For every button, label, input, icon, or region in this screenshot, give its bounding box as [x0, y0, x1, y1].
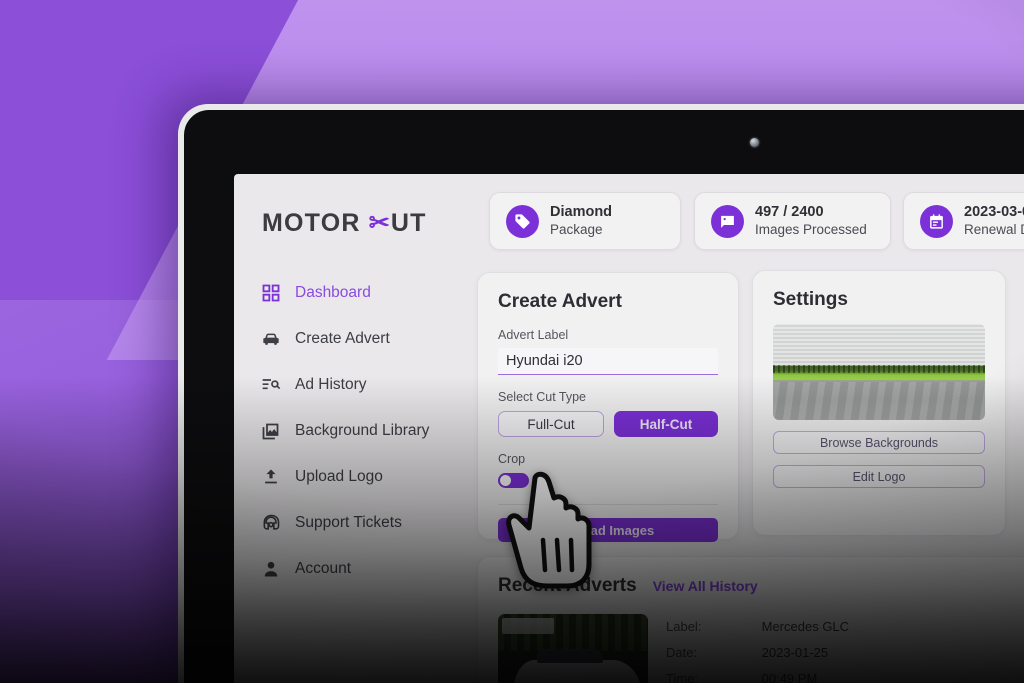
sidebar-item-label: Account	[295, 560, 352, 577]
advert-time-value: 00:49 PM	[761, 671, 818, 683]
app-header: MOTOR ✂UT Diamond Package 497 / 2400 Ima…	[234, 174, 1024, 270]
car-icon	[260, 329, 281, 350]
sidebar-item-label: Ad History	[295, 376, 367, 393]
advert-label-value: Mercedes GLC	[761, 619, 850, 634]
sidebar-item-account[interactable]: Account	[250, 554, 455, 584]
stat-card-renewal-date[interactable]: 2023-03-04 Renewal Date	[903, 192, 1024, 250]
stat-label: Images Processed	[755, 221, 867, 237]
cut-type-label: Select Cut Type	[498, 390, 587, 404]
cut-type-group: Full-Cut Half-Cut	[498, 411, 718, 437]
advert-date-key: Date:	[666, 645, 698, 660]
advert-time-key: Time:	[666, 671, 699, 683]
sidebar-item-label: Create Advert	[295, 330, 390, 347]
headset-icon	[260, 513, 281, 534]
preview-grass	[773, 365, 985, 373]
advert-date-row: Date: 2023-01-25	[666, 640, 849, 666]
advert-label-input[interactable]	[498, 348, 718, 375]
recent-adverts-card: Recent Adverts View All History Label: M…	[477, 556, 1024, 683]
stat-card-renewal-text: 2023-03-04 Renewal Date	[964, 204, 1024, 238]
sidebar-item-background-library[interactable]: Background Library	[250, 416, 455, 446]
laptop-device: MOTOR ✂UT Diamond Package 497 / 2400 Ima…	[178, 104, 1024, 683]
car-advert-thumbnail[interactable]	[498, 614, 648, 683]
browse-backgrounds-button[interactable]: Browse Backgrounds	[773, 431, 985, 454]
table-row[interactable]: Label: Mercedes GLC Date: 2023-01-25 Tim…	[498, 614, 1016, 683]
background-preview-image[interactable]	[773, 324, 985, 420]
crop-toggle-knob	[500, 475, 511, 486]
crop-label: Crop	[498, 452, 526, 466]
upload-icon	[260, 467, 281, 488]
brand-logo: MOTOR ✂UT	[262, 208, 427, 238]
stat-value: 497 / 2400	[755, 203, 824, 220]
preview-road	[773, 381, 985, 420]
laptop-bezel: MOTOR ✂UT Diamond Package 497 / 2400 Ima…	[184, 110, 1024, 683]
sidebar-item-label: Support Tickets	[295, 514, 402, 531]
brand-logo-text-2: UT	[390, 209, 427, 237]
advert-label-label: Advert Label	[498, 328, 569, 342]
thumbnail-car-window	[537, 649, 603, 664]
stat-label: Renewal Date	[964, 221, 1024, 237]
calendar-icon	[920, 204, 953, 238]
tag-icon	[506, 204, 539, 238]
stat-value: Diamond	[550, 203, 613, 220]
create-advert-divider	[498, 504, 718, 505]
sidebar-item-label: Background Library	[295, 422, 430, 439]
sidebar-nav: Dashboard Create Advert Ad History Backg…	[250, 278, 455, 600]
full-cut-button[interactable]: Full-Cut	[498, 411, 604, 437]
thumbnail-watermark	[502, 618, 554, 634]
grid-icon	[260, 283, 281, 304]
app-screen: MOTOR ✂UT Diamond Package 497 / 2400 Ima…	[234, 174, 1024, 683]
scissors-icon: ✂	[368, 209, 391, 237]
stat-label: Package	[550, 221, 603, 237]
sidebar-item-upload-logo[interactable]: Upload Logo	[250, 462, 455, 492]
settings-card: Settings Browse Backgrounds Edit Logo	[752, 270, 1006, 536]
advert-label-row: Label: Mercedes GLC	[666, 614, 849, 640]
view-all-history-link[interactable]: View All History	[653, 578, 758, 594]
person-icon	[260, 559, 281, 580]
create-advert-card: Create Advert Advert Label Select Cut Ty…	[477, 272, 739, 542]
create-advert-title: Create Advert	[498, 291, 622, 312]
advert-time-row: Time: 00:49 PM	[666, 666, 849, 683]
upload-images-button[interactable]: Upload Images	[498, 518, 718, 542]
advert-label-key: Label:	[666, 619, 702, 634]
stat-value: 2023-03-04	[964, 203, 1024, 220]
recent-adverts-title: Recent Adverts	[498, 575, 637, 596]
sidebar-item-support-tickets[interactable]: Support Tickets	[250, 508, 455, 538]
sidebar-item-dashboard[interactable]: Dashboard	[250, 278, 455, 308]
image-icon	[711, 204, 744, 238]
images-icon	[262, 423, 279, 439]
thumbnail-car-body	[513, 659, 642, 683]
sidebar-item-create-advert[interactable]: Create Advert	[250, 324, 455, 354]
list-search-icon	[260, 375, 281, 396]
webcam-dot	[750, 138, 759, 147]
advert-details: Label: Mercedes GLC Date: 2023-01-25 Tim…	[666, 614, 849, 683]
crop-toggle[interactable]	[498, 473, 529, 488]
advert-date-value: 2023-01-25	[761, 645, 829, 660]
half-cut-button[interactable]: Half-Cut	[614, 411, 718, 437]
sidebar-item-ad-history[interactable]: Ad History	[250, 370, 455, 400]
stat-card-package[interactable]: Diamond Package	[489, 192, 681, 250]
sidebar-item-label: Dashboard	[295, 284, 371, 301]
settings-title: Settings	[773, 289, 848, 310]
sidebar-item-label: Upload Logo	[295, 468, 383, 485]
edit-logo-button[interactable]: Edit Logo	[773, 465, 985, 488]
stat-card-images-text: 497 / 2400 Images Processed	[755, 204, 867, 238]
brand-logo-text-1: MOTOR	[262, 209, 369, 237]
preview-sky	[773, 324, 985, 366]
stat-card-images-processed[interactable]: 497 / 2400 Images Processed	[694, 192, 891, 250]
recent-adverts-header: Recent Adverts View All History	[498, 575, 1016, 597]
stat-card-package-text: Diamond Package	[550, 204, 612, 238]
